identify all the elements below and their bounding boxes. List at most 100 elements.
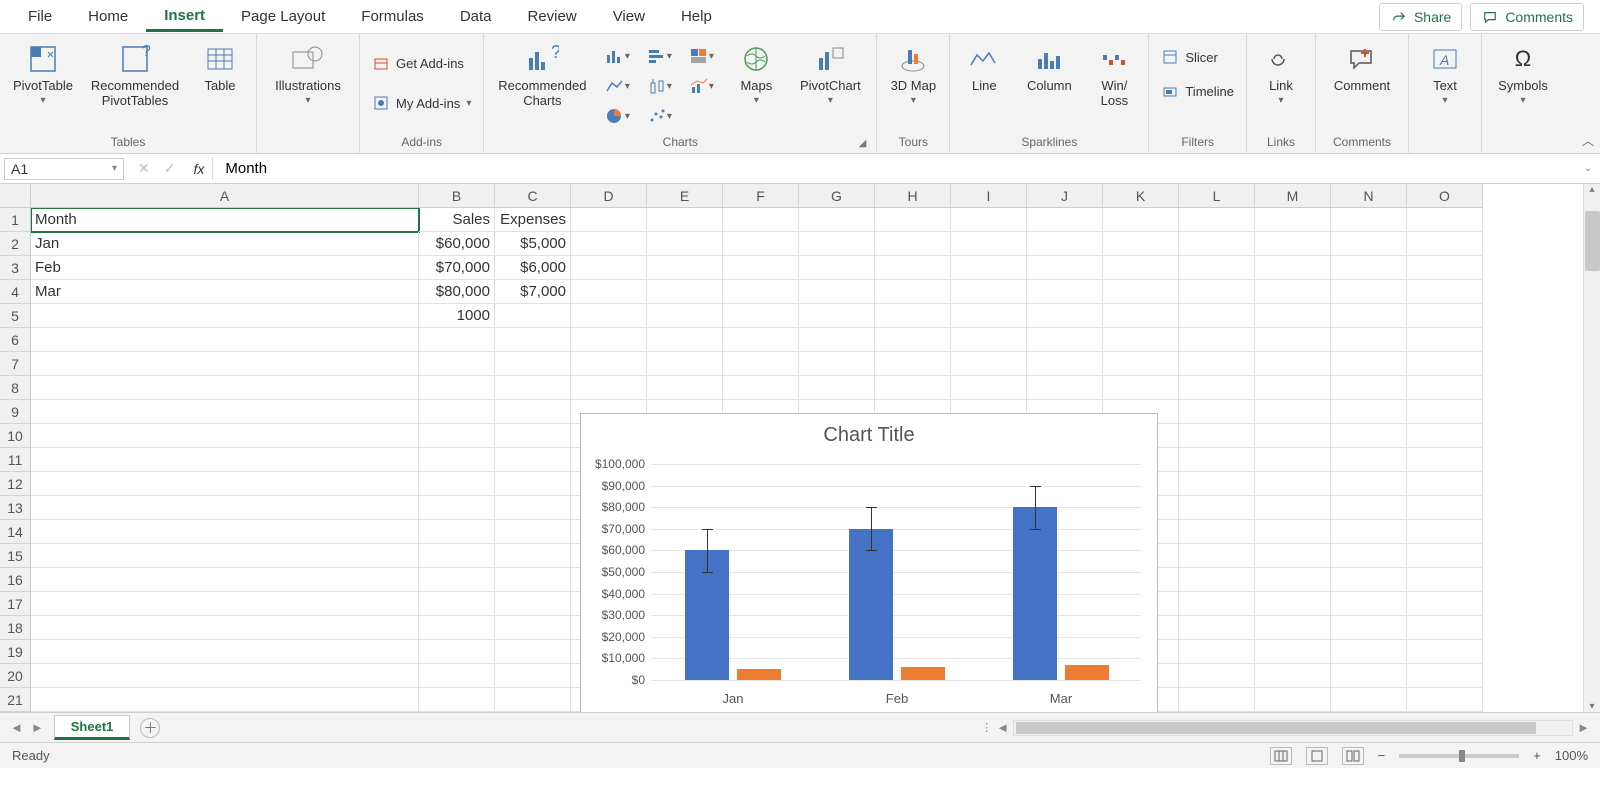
pivottable-button[interactable]: PivotTable (8, 38, 78, 110)
hscroll-right-icon[interactable]: ► (1577, 720, 1590, 735)
cell-E7[interactable] (647, 352, 723, 376)
cell-C5[interactable] (495, 304, 571, 328)
cell-N10[interactable] (1331, 424, 1407, 448)
cell-I4[interactable] (951, 280, 1027, 304)
cell-B18[interactable] (419, 616, 495, 640)
cell-O17[interactable] (1407, 592, 1483, 616)
cell-N20[interactable] (1331, 664, 1407, 688)
cell-J2[interactable] (1027, 232, 1103, 256)
cell-L17[interactable] (1179, 592, 1255, 616)
cell-L4[interactable] (1179, 280, 1255, 304)
comment-button[interactable]: Comment (1324, 38, 1400, 97)
cell-O16[interactable] (1407, 568, 1483, 592)
cell-C1[interactable]: Expenses (495, 208, 571, 232)
cell-L21[interactable] (1179, 688, 1255, 712)
cell-G8[interactable] (799, 376, 875, 400)
col-header-B[interactable]: B (419, 184, 495, 208)
zoom-out-button[interactable]: − (1378, 748, 1386, 763)
cell-C14[interactable] (495, 520, 571, 544)
cell-N18[interactable] (1331, 616, 1407, 640)
cell-O20[interactable] (1407, 664, 1483, 688)
cell-J6[interactable] (1027, 328, 1103, 352)
cell-E6[interactable] (647, 328, 723, 352)
cell-N7[interactable] (1331, 352, 1407, 376)
cell-N15[interactable] (1331, 544, 1407, 568)
cell-M16[interactable] (1255, 568, 1331, 592)
cell-B17[interactable] (419, 592, 495, 616)
cell-G1[interactable] (799, 208, 875, 232)
cell-B1[interactable]: Sales (419, 208, 495, 232)
cell-M4[interactable] (1255, 280, 1331, 304)
pivotchart-button[interactable]: PivotChart (792, 38, 868, 110)
cell-M10[interactable] (1255, 424, 1331, 448)
col-header-G[interactable]: G (799, 184, 875, 208)
cell-A4[interactable]: Mar (31, 280, 419, 304)
cell-O1[interactable] (1407, 208, 1483, 232)
cell-A18[interactable] (31, 616, 419, 640)
cell-B2[interactable]: $60,000 (419, 232, 495, 256)
cell-L7[interactable] (1179, 352, 1255, 376)
col-header-F[interactable]: F (723, 184, 799, 208)
line-chart-icon[interactable] (600, 74, 634, 98)
cell-B14[interactable] (419, 520, 495, 544)
enter-formula-icon[interactable]: ✓ (164, 160, 176, 177)
chart-bar-expenses-Mar[interactable] (1065, 665, 1109, 680)
cell-L9[interactable] (1179, 400, 1255, 424)
col-header-K[interactable]: K (1103, 184, 1179, 208)
cell-M21[interactable] (1255, 688, 1331, 712)
row-header-12[interactable]: 12 (0, 472, 31, 496)
recommended-charts-button[interactable]: ? Recommended Charts (492, 38, 592, 112)
chart-plot-area[interactable]: $0$10,000$20,000$30,000$40,000$50,000$60… (651, 464, 1141, 680)
cell-K1[interactable] (1103, 208, 1179, 232)
tab-view[interactable]: View (595, 3, 663, 30)
add-sheet-button[interactable]: ＋ (140, 718, 160, 738)
cell-B6[interactable] (419, 328, 495, 352)
cell-D4[interactable] (571, 280, 647, 304)
tab-help[interactable]: Help (663, 3, 730, 30)
cell-O7[interactable] (1407, 352, 1483, 376)
cell-N17[interactable] (1331, 592, 1407, 616)
cell-G4[interactable] (799, 280, 875, 304)
cell-B13[interactable] (419, 496, 495, 520)
cell-A11[interactable] (31, 448, 419, 472)
cell-G6[interactable] (799, 328, 875, 352)
cell-F1[interactable] (723, 208, 799, 232)
cell-D6[interactable] (571, 328, 647, 352)
cell-L10[interactable] (1179, 424, 1255, 448)
cell-C3[interactable]: $6,000 (495, 256, 571, 280)
cell-N12[interactable] (1331, 472, 1407, 496)
chart-bar-expenses-Feb[interactable] (901, 667, 945, 680)
cell-M13[interactable] (1255, 496, 1331, 520)
cell-K5[interactable] (1103, 304, 1179, 328)
cell-A6[interactable] (31, 328, 419, 352)
cell-N14[interactable] (1331, 520, 1407, 544)
tab-data[interactable]: Data (442, 3, 510, 30)
cell-G7[interactable] (799, 352, 875, 376)
cell-A15[interactable] (31, 544, 419, 568)
cell-C15[interactable] (495, 544, 571, 568)
cell-A1[interactable]: Month (31, 208, 419, 232)
col-header-M[interactable]: M (1255, 184, 1331, 208)
col-header-N[interactable]: N (1331, 184, 1407, 208)
sparkline-column-button[interactable]: Column (1018, 38, 1080, 97)
cell-N2[interactable] (1331, 232, 1407, 256)
cell-O15[interactable] (1407, 544, 1483, 568)
cell-I6[interactable] (951, 328, 1027, 352)
cell-M5[interactable] (1255, 304, 1331, 328)
cell-E3[interactable] (647, 256, 723, 280)
cell-B5[interactable]: 1000 (419, 304, 495, 328)
cell-B4[interactable]: $80,000 (419, 280, 495, 304)
cell-C17[interactable] (495, 592, 571, 616)
view-page-layout-button[interactable] (1306, 747, 1328, 765)
pie-chart-icon[interactable] (600, 104, 634, 128)
cell-O14[interactable] (1407, 520, 1483, 544)
cell-L12[interactable] (1179, 472, 1255, 496)
cell-H4[interactable] (875, 280, 951, 304)
fx-icon[interactable]: fx (185, 161, 212, 177)
sheet-nav-prev-icon[interactable]: ◄ (10, 720, 23, 735)
hscroll-left-icon[interactable]: ◄ (996, 720, 1009, 735)
timeline-button[interactable]: Timeline (1157, 80, 1238, 102)
symbols-button[interactable]: Ω Symbols (1490, 38, 1556, 110)
charts-dialog-launcher[interactable]: ◢ (859, 138, 867, 149)
vertical-scrollbar[interactable]: ▴ ▾ (1583, 184, 1600, 712)
